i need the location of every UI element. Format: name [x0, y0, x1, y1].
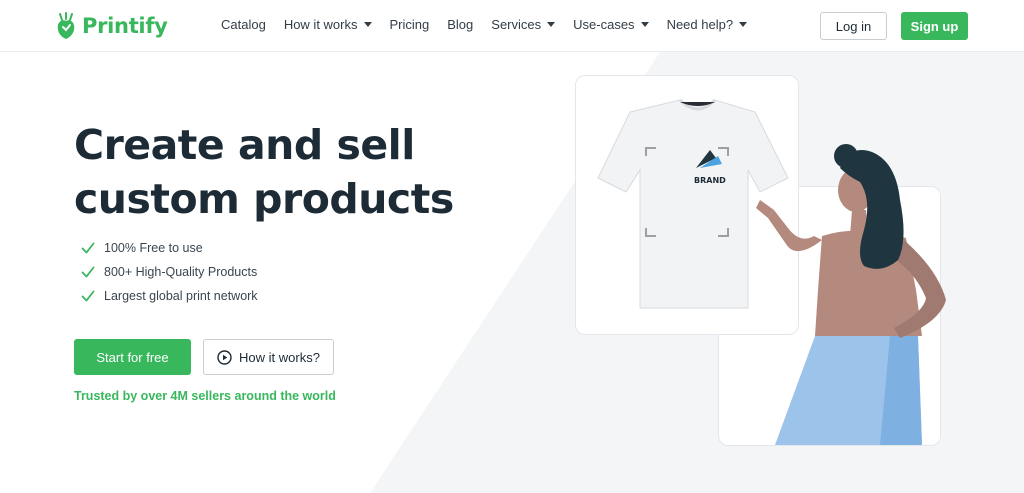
- nav-how-it-works[interactable]: How it works: [284, 17, 372, 32]
- trusted-text: Trusted by over 4M sellers around the wo…: [74, 389, 336, 403]
- start-for-free-button[interactable]: Start for free: [74, 339, 191, 375]
- nav-label: How it works: [283, 17, 358, 32]
- nav-use-cases[interactable]: Use-cases: [573, 17, 649, 32]
- brand-logo[interactable]: Printify: [55, 12, 168, 40]
- chevron-down-icon: [363, 22, 372, 27]
- nav-label: Catalog: [221, 17, 266, 32]
- top-navigation: Printify Catalog How it works Pricing Bl…: [0, 0, 1024, 52]
- chevron-down-icon: [739, 22, 748, 27]
- nav-label: Pricing: [389, 17, 430, 32]
- chevron-down-icon: [640, 22, 649, 27]
- check-icon: [81, 266, 95, 278]
- feature-item: 100% Free to use: [81, 236, 258, 260]
- feature-list: 100% Free to use 800+ High-Quality Produ…: [81, 236, 258, 308]
- how-it-works-button[interactable]: How it works?: [203, 339, 334, 375]
- nav-label: Services: [491, 17, 542, 32]
- how-it-works-label: How it works?: [239, 349, 320, 365]
- chevron-down-icon: [547, 22, 556, 27]
- feature-item: 800+ High-Quality Products: [81, 260, 258, 284]
- nav-blog[interactable]: Blog: [447, 17, 473, 32]
- nav-services[interactable]: Services: [491, 17, 556, 32]
- hero-title-line2: custom products: [74, 175, 454, 223]
- nav-pricing[interactable]: Pricing: [390, 17, 430, 32]
- hero-title: Create and sell custom products: [74, 118, 494, 226]
- nav-label: Blog: [447, 17, 474, 32]
- nav-need-help[interactable]: Need help?: [667, 17, 748, 32]
- nav-label: Use-cases: [573, 17, 635, 32]
- login-button[interactable]: Log in: [820, 12, 887, 40]
- brand-name: Printify: [82, 14, 168, 38]
- nav-label: Need help?: [666, 17, 734, 32]
- play-circle-icon: [217, 349, 232, 365]
- signup-button[interactable]: Sign up: [901, 12, 968, 40]
- check-icon: [81, 290, 95, 302]
- hero-title-line1: Create and sell: [74, 121, 415, 169]
- feature-label: 100% Free to use: [104, 241, 203, 255]
- logo-icon: [57, 12, 75, 39]
- nav-catalog[interactable]: Catalog: [221, 17, 266, 32]
- illustration-card-front: [575, 75, 799, 335]
- feature-item: Largest global print network: [81, 284, 258, 308]
- check-icon: [81, 242, 95, 254]
- feature-label: Largest global print network: [104, 289, 258, 303]
- feature-label: 800+ High-Quality Products: [104, 265, 258, 279]
- main-nav: Catalog How it works Pricing Blog Servic…: [221, 17, 765, 32]
